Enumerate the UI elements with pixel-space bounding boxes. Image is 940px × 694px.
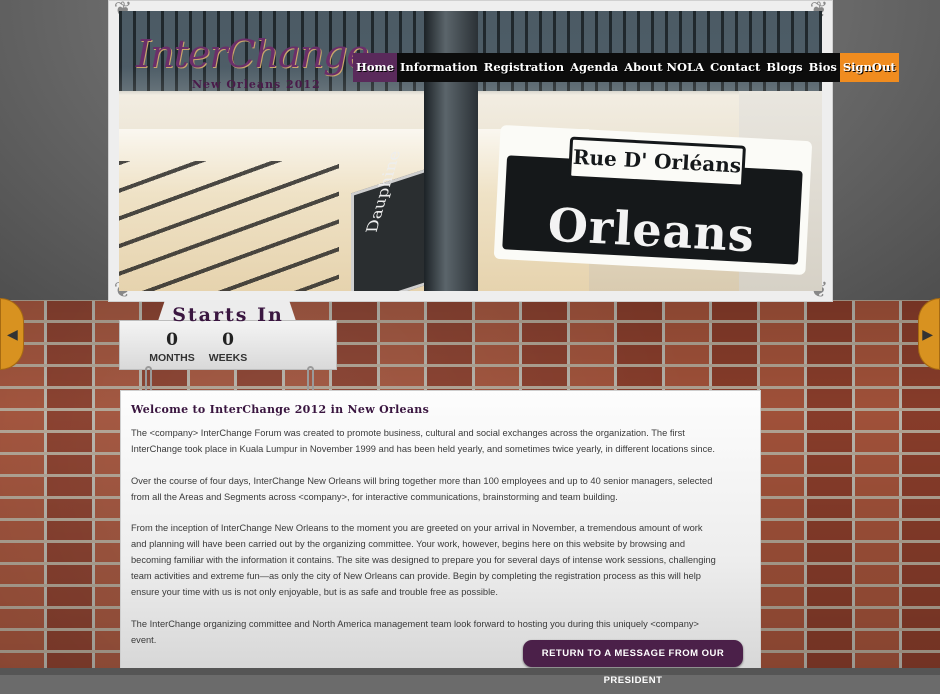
paragraph-planning: From the inception of InterChange New Or… (131, 523, 716, 597)
staircase (119, 161, 339, 291)
nav-item-information[interactable]: Information (397, 53, 481, 82)
bottom-bar (0, 668, 940, 675)
logo-script: InterChange (136, 32, 369, 76)
countdown-title: Starts In (172, 304, 284, 326)
main-nav: Home Information Registration Agenda Abo… (353, 53, 899, 82)
slider-next-button[interactable]: ▶ (918, 298, 940, 370)
countdown-months-value: 0 (166, 330, 178, 350)
nav-item-home[interactable]: Home (353, 53, 398, 82)
paragraph-overview: Over the course of four days, InterChang… (131, 476, 713, 502)
paragraph-intro: The <company> InterChange Forum was crea… (131, 428, 715, 454)
welcome-heading: Welcome to InterChange 2012 in New Orlea… (131, 403, 430, 416)
chevron-right-icon: ▶ (922, 326, 933, 342)
countdown-weeks-label: WEEKS (208, 352, 248, 364)
logo-subtitle: New Orleans 2012 (192, 78, 321, 91)
countdown-weeks-value: 0 (222, 330, 234, 350)
countdown-weeks: 0 WEEKS (198, 330, 258, 364)
countdown-months: 0 MONTHS (142, 330, 202, 364)
site-logo[interactable]: InterChange New Orleans 2012 (126, 30, 369, 100)
nav-item-contact[interactable]: Contact (707, 53, 764, 82)
street-sign-main-text: Orleans (546, 197, 757, 263)
nav-item-agenda[interactable]: Agenda (567, 53, 622, 82)
countdown-months-label: MONTHS (149, 352, 195, 364)
nav-item-signout[interactable]: SignOut (839, 53, 899, 82)
nav-item-bios[interactable]: Bios (805, 53, 840, 82)
chevron-left-icon: ◀ (7, 326, 18, 342)
nav-item-registration[interactable]: Registration (480, 53, 568, 82)
president-message-button[interactable]: RETURN TO A MESSAGE FROM OUR PRESIDENT (523, 640, 743, 686)
nav-item-blogs[interactable]: Blogs (763, 53, 806, 82)
nav-item-about-nola[interactable]: About NOLA (621, 53, 708, 82)
street-sign: Orleans Rue D' Orléans (493, 124, 813, 276)
